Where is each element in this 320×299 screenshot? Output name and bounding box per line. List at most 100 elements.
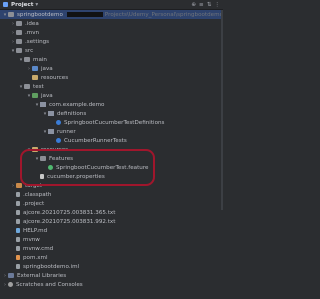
tree-row-main[interactable]: ▾ main: [0, 55, 223, 64]
folder-icon: [24, 57, 30, 62]
tree-item-label: HELP.md: [23, 227, 48, 234]
tree-item-label: test: [33, 83, 44, 90]
tree-item-label: springbootdemo.iml: [23, 263, 80, 270]
scratch-icon: [8, 282, 13, 287]
folder-icon: [16, 21, 22, 26]
tree-item-label: ajcore.20210725.003831.365.txt: [23, 209, 116, 216]
tree-row-features[interactable]: ▾ Features: [0, 154, 223, 163]
tree-item-label: java: [41, 65, 53, 72]
file-icon: [16, 237, 20, 242]
tree-item-label: ajcore.20210725.003831.992.txt: [23, 218, 116, 225]
collapse-all-icon[interactable]: ≡: [199, 2, 204, 8]
tree-row-ajcore-20210725-003831-992-txt[interactable]: ajcore.20210725.003831.992.txt: [0, 217, 223, 226]
file-icon: [16, 201, 20, 206]
header-toolbar: ⊕ ≡ ⇅ ⋮: [191, 2, 220, 8]
tree-item-label: definitions: [57, 110, 87, 117]
tree-item-label: External Libraries: [17, 272, 67, 279]
chevron-down-icon[interactable]: ▾: [35, 2, 38, 8]
tree-row-src[interactable]: ▾ src: [0, 46, 223, 55]
tree-item-label: .mvn: [25, 29, 40, 36]
tree-row-runner[interactable]: ▾ runner: [0, 127, 223, 136]
tree-row-mvn[interactable]: › .mvn: [0, 28, 223, 37]
tree-row-resources[interactable]: ▾ resources: [0, 145, 223, 154]
tree-row-scratches-and-consoles[interactable]: › Scratches and Consoles: [0, 280, 223, 289]
tree-item-label: .idea: [25, 20, 39, 27]
tree-row-springbootdemo[interactable]: ▾ springbootdemo Projects\Udemy_Personal\s…: [0, 10, 223, 19]
project-tool-window-header: Project ▾ ⊕ ≡ ⇅ ⋮: [0, 0, 223, 10]
folder-icon: [24, 84, 30, 89]
scrollbar[interactable]: [221, 10, 223, 210]
tree-row-test[interactable]: ▾ test: [0, 82, 223, 91]
tree-row-classpath[interactable]: .classpath: [0, 190, 223, 199]
folder-icon: [32, 75, 38, 80]
cls-icon: [56, 138, 61, 143]
tree-row-target[interactable]: › target: [0, 181, 223, 190]
tree-item-label: SpringbootCucumberTestDefinitions: [64, 119, 165, 126]
folder-icon: [16, 30, 22, 35]
tree-row-project[interactable]: .project: [0, 199, 223, 208]
folder-icon: [16, 39, 22, 44]
tree-row-mvnw[interactable]: mvnw: [0, 235, 223, 244]
tree-row-pom-xml[interactable]: pom.xml: [0, 253, 223, 262]
tree-item-label: pom.xml: [23, 254, 48, 261]
tree-row-resources[interactable]: resources: [0, 73, 223, 82]
tree-row-cucumber-properties[interactable]: cucumber.properties: [0, 172, 223, 181]
tree-item-label: .classpath: [23, 191, 52, 198]
props-icon: [40, 174, 44, 179]
tree-row-java[interactable]: › java: [0, 64, 223, 73]
feat-icon: [48, 165, 53, 170]
tree-item-label: com.example.demo: [49, 101, 105, 108]
tree-item-label: Features: [49, 155, 74, 162]
file-icon: [16, 192, 20, 197]
project-path: Projects\Udemy_Personal\springbootdemo: [104, 11, 223, 18]
md-icon: [16, 228, 20, 233]
pkg-icon: [48, 111, 54, 116]
tree-row-settings[interactable]: › .settings: [0, 37, 223, 46]
project-view-title[interactable]: Project: [11, 2, 33, 8]
tree-row-cucumberrunnertests[interactable]: CucumberRunnerTests: [0, 136, 223, 145]
tree-item-label: mvnw: [23, 236, 40, 243]
tree-item-label: src: [25, 47, 34, 54]
cls-icon: [56, 120, 61, 125]
tree-row-springbootcucumbertestdefinitions[interactable]: SpringbootCucumberTestDefinitions: [0, 118, 223, 127]
tree-row-java[interactable]: ▾ java: [0, 91, 223, 100]
tree-row-idea[interactable]: › .idea: [0, 19, 223, 28]
tree-row-definitions[interactable]: ▾ definitions: [0, 109, 223, 118]
folder-icon: [32, 66, 38, 71]
tree-row-external-libraries[interactable]: › External Libraries: [0, 271, 223, 280]
tree-row-ajcore-20210725-003831-365-txt[interactable]: ajcore.20210725.003831.365.txt: [0, 208, 223, 217]
folder-icon: [40, 156, 46, 161]
folder-icon: [16, 48, 22, 53]
options-icon[interactable]: ⋮: [214, 2, 220, 8]
tree-item-label: target: [25, 182, 43, 189]
tree-item-label: resources: [41, 146, 69, 153]
tree-item-label: .settings: [25, 38, 50, 45]
file-icon: [16, 246, 20, 251]
file-icon: [16, 210, 20, 215]
xml-icon: [16, 255, 20, 260]
tree-row-mvnw-cmd[interactable]: mvnw.cmd: [0, 244, 223, 253]
pkg-icon: [48, 129, 54, 134]
folder-icon: [16, 183, 22, 188]
tree-item-label: .project: [23, 200, 45, 207]
tree-row-help-md[interactable]: HELP.md: [0, 226, 223, 235]
pkg-icon: [40, 102, 46, 107]
tree-row-com-example-demo[interactable]: ▾ com.example.demo: [0, 100, 223, 109]
lib-icon: [8, 273, 14, 278]
locate-icon[interactable]: ⊕: [191, 2, 196, 8]
tree-item-label: Scratches and Consoles: [16, 281, 83, 288]
tree-item-label: java: [41, 92, 53, 99]
file-icon: [16, 219, 20, 224]
tree-item-label: resources: [41, 74, 69, 81]
tree-item-label: mvnw.cmd: [23, 245, 54, 252]
expand-all-icon[interactable]: ⇅: [207, 2, 212, 8]
tree-item-label: springbootdemo: [17, 11, 63, 18]
tree-item-label: SpringbootCucumberTest.feature: [56, 164, 149, 171]
tree-row-springbootdemo-iml[interactable]: springbootdemo.iml: [0, 262, 223, 271]
tree-item-label: runner: [57, 128, 76, 135]
folder-icon: [32, 93, 38, 98]
folder-icon: [8, 12, 14, 17]
tree-row-springbootcucumbertest-feature[interactable]: SpringbootCucumberTest.feature: [0, 163, 223, 172]
tree-item-label: main: [33, 56, 47, 63]
tree-item-label: cucumber.properties: [47, 173, 105, 180]
